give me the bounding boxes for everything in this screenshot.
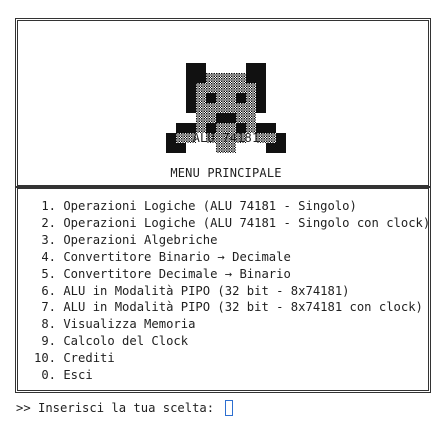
bear-pixel (226, 93, 236, 103)
menu-item-number: 3. (41, 232, 56, 247)
menu-item-number: 5. (41, 266, 56, 281)
bear-pixel (216, 83, 226, 93)
menu-item-label: Operazioni Algebriche (63, 232, 218, 247)
bear-pixel (246, 73, 256, 83)
menu-item-number: 4. (41, 249, 56, 264)
menu-item[interactable]: 7. ALU in Modalità PIPO (32 bit - 8x7418… (34, 299, 430, 316)
bear-pixel (186, 73, 196, 83)
bear-pixel (236, 93, 246, 103)
bear-pixel (196, 73, 206, 83)
bear-pixel (196, 83, 206, 93)
menu-list: 1. Operazioni Logiche (ALU 74181 - Singo… (34, 198, 430, 384)
bear-pixel (246, 83, 256, 93)
bear-pixel (206, 73, 216, 83)
menu-item[interactable]: 9. Calcolo del Clock (34, 333, 430, 350)
bear-pixel (216, 73, 226, 83)
menu-item[interactable]: 8. Visualizza Memoria (34, 316, 430, 333)
input-prompt: >> Inserisci la tua scelta: (16, 400, 234, 416)
menu-item[interactable]: 4. Convertitore Binario → Decimale (34, 249, 430, 266)
bear-pixel (206, 103, 216, 113)
menu-item[interactable]: 0. Esci (34, 367, 430, 384)
menu-item-label: Calcolo del Clock (63, 334, 189, 349)
menu-item[interactable]: 6. ALU in Modalità PIPO (32 bit - 8x7418… (34, 283, 430, 300)
bear-pixel (246, 63, 256, 73)
bear-pixel (196, 103, 206, 113)
header-box: ALU 74181 MENU PRINCIPALE (15, 18, 431, 188)
bear-pixel (216, 113, 226, 123)
bear-pixel (206, 113, 216, 123)
chip-label: ALU 74181 (192, 131, 260, 145)
menu-item-label: ALU in Modalità PIPO (32 bit - 8x74181) (63, 283, 350, 298)
menu-item-label: Convertitore Binario → Decimale (63, 249, 291, 264)
bear-pixel (256, 103, 266, 113)
bear-pixel (256, 73, 266, 83)
menu-item-number: 2. (41, 215, 56, 230)
menu-item[interactable]: 5. Convertitore Decimale → Binario (34, 266, 430, 283)
bear-pixel (196, 93, 206, 103)
menu-item-number: 0. (41, 368, 56, 383)
bear-pixel (246, 93, 256, 103)
menu-item-label: Operazioni Logiche (ALU 74181 - Singolo) (63, 199, 357, 213)
menu-box: 1. Operazioni Logiche (ALU 74181 - Singo… (15, 186, 431, 393)
bear-pixel (186, 103, 196, 113)
menu-item-number: 10. (34, 351, 57, 366)
bear-pixel (196, 113, 206, 123)
menu-item-label: Crediti (63, 351, 115, 366)
menu-item-number: 8. (41, 317, 56, 332)
bear-pixel (256, 93, 266, 103)
menu-item-label: Operazioni Logiche (ALU 74181 - Singolo … (63, 215, 431, 230)
menu-item[interactable]: 2. Operazioni Logiche (ALU 74181 - Singo… (34, 215, 430, 232)
bear-pixel (186, 63, 196, 73)
menu-item-number: 6. (41, 283, 56, 298)
menu-title: MENU PRINCIPALE (170, 166, 282, 180)
menu-item-label: ALU in Modalità PIPO (32 bit - 8x74181 c… (63, 300, 423, 315)
menu-item-number: 1. (41, 199, 56, 213)
bear-pixel (226, 73, 236, 83)
bear-pixel (206, 83, 216, 93)
bear-pixel (206, 93, 216, 103)
bear-pixel (226, 83, 236, 93)
menu-item-label: Esci (63, 368, 93, 383)
bear-pixel (256, 63, 266, 73)
bear-pixel (236, 103, 246, 113)
bear-pixel (196, 63, 206, 73)
bear-pixel (226, 103, 236, 113)
bear-pixel (256, 83, 266, 93)
text-cursor[interactable] (225, 400, 234, 416)
menu-item[interactable]: 10. Crediti (34, 350, 430, 367)
menu-item[interactable]: 1. Operazioni Logiche (ALU 74181 - Singo… (34, 198, 430, 215)
bear-pixel (236, 113, 246, 123)
terminal-window: ALU 74181 MENU PRINCIPALE 1. Operazioni … (0, 0, 447, 428)
menu-item-number: 9. (41, 334, 56, 349)
menu-item-label: Convertitore Decimale → Binario (63, 266, 291, 281)
bear-pixel (246, 103, 256, 113)
bear-pixel (236, 83, 246, 93)
bear-pixel (246, 113, 256, 123)
menu-item-label: Visualizza Memoria (63, 317, 196, 332)
bear-pixel (236, 73, 246, 83)
prompt-text: >> Inserisci la tua scelta: (16, 401, 222, 415)
menu-item[interactable]: 3. Operazioni Algebriche (34, 232, 430, 249)
bear-pixel (226, 113, 236, 123)
menu-item-number: 7. (41, 300, 56, 315)
bear-pixel (216, 103, 226, 113)
bear-pixel (186, 83, 196, 93)
bear-pixel (216, 93, 226, 103)
bear-pixel (186, 93, 196, 103)
